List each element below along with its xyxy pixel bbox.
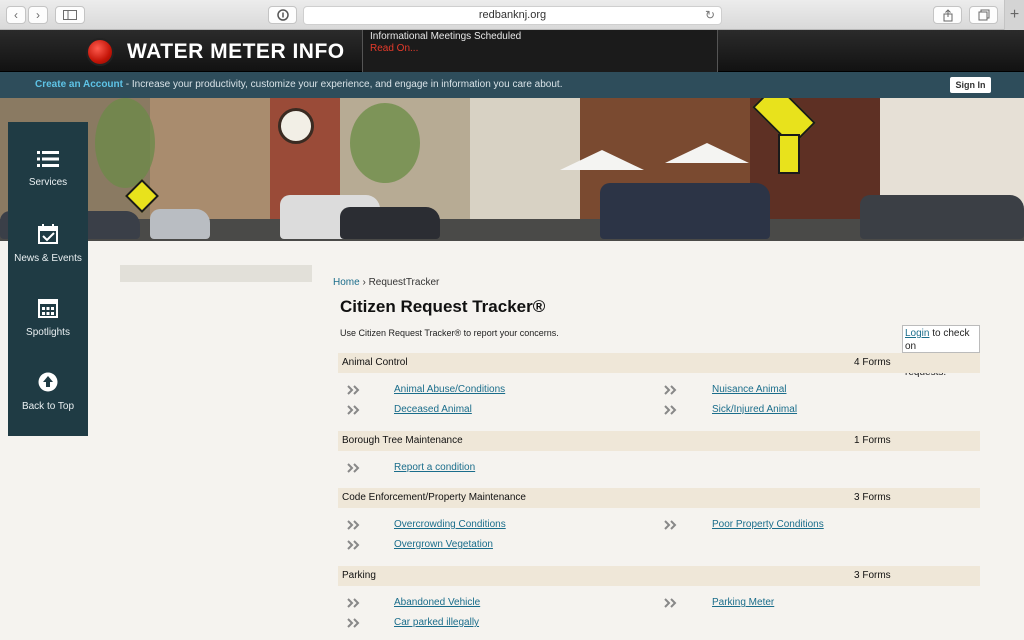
double-chevron-icon (664, 598, 677, 608)
browser-toolbar: ‹ › redbanknj.org ↻ + (0, 0, 1024, 30)
double-chevron-icon (664, 405, 677, 415)
grid-calendar-icon (38, 299, 58, 318)
form-link-animal-abuse[interactable]: Animal Abuse/Conditions (394, 384, 505, 395)
new-tab-button[interactable]: + (1004, 0, 1024, 30)
form-link-car-parked-illegally[interactable]: Car parked illegally (394, 617, 479, 628)
breadcrumb: Home › RequestTracker (333, 277, 439, 288)
form-link-parking-meter[interactable]: Parking Meter (712, 597, 774, 608)
sign-in-button[interactable]: Sign In (950, 77, 991, 93)
reload-icon[interactable]: ↻ (705, 7, 715, 24)
login-link[interactable]: Login (905, 328, 929, 339)
share-icon (943, 8, 952, 21)
tabs-button[interactable] (969, 6, 998, 24)
page-intro: Use Citizen Request Tracker® to report y… (340, 328, 559, 338)
form-link-abandoned-vehicle[interactable]: Abandoned Vehicle (394, 597, 480, 608)
list-icon (37, 151, 59, 167)
category-header-animal-control: Animal Control 4 Forms (338, 353, 980, 373)
sidenav-item-services[interactable]: Services (8, 150, 88, 190)
sidebar-placeholder (120, 265, 312, 282)
breadcrumb-current: RequestTracker (368, 277, 440, 288)
hero-street-image (0, 98, 1024, 241)
form-link-overcrowding[interactable]: Overcrowding Conditions (394, 519, 506, 530)
form-link-poor-property[interactable]: Poor Property Conditions (712, 519, 824, 530)
double-chevron-icon (664, 520, 677, 530)
category-count: 1 Forms (854, 435, 891, 446)
info-circle-icon (276, 9, 289, 21)
chevron-right-icon: › (36, 8, 40, 22)
form-link-nuisance-animal[interactable]: Nuisance Animal (712, 384, 786, 395)
sidenav-item-back-to-top[interactable]: Back to Top (8, 372, 88, 414)
side-navigation: Services News & Events Spotlights Back t… (8, 122, 88, 436)
news-headline[interactable]: Informational Meetings Scheduled (370, 31, 710, 43)
category-count: 4 Forms (854, 357, 891, 368)
category-name: Code Enforcement/Property Maintenance (342, 492, 526, 503)
account-message-text: - Increase your productivity, customize … (122, 79, 563, 90)
double-chevron-icon (347, 385, 360, 395)
url-text: redbanknj.org (478, 9, 547, 21)
double-chevron-icon (347, 405, 360, 415)
double-chevron-icon (347, 618, 360, 628)
login-callout: Login to check on existing requests. (902, 325, 980, 378)
form-link-sick-injured-animal[interactable]: Sick/Injured Animal (712, 404, 797, 415)
category-name: Animal Control (342, 357, 408, 368)
sidenav-label: Services (28, 177, 68, 188)
form-link-deceased-animal[interactable]: Deceased Animal (394, 404, 472, 415)
sidenav-label: Spotlights (26, 327, 70, 338)
sidebar-icon (63, 10, 77, 20)
category-header-parking: Parking 3 Forms (338, 566, 980, 586)
banner-title[interactable]: WATER METER INFO (127, 40, 345, 64)
double-chevron-icon (347, 598, 360, 608)
sidenav-item-spotlights[interactable]: Spotlights (8, 298, 88, 340)
category-count: 3 Forms (854, 570, 891, 581)
red-record-icon (86, 38, 114, 66)
page-title: Citizen Request Tracker® (340, 297, 546, 316)
account-message: Create an Account - Increase your produc… (35, 79, 562, 90)
calendar-check-icon (38, 224, 58, 244)
back-button[interactable]: ‹ (6, 6, 26, 24)
category-header-tree-maintenance: Borough Tree Maintenance 1 Forms (338, 431, 980, 451)
privacy-report-button[interactable] (268, 6, 297, 24)
double-chevron-icon (347, 463, 360, 473)
water-meter-banner: WATER METER INFO Informational Meetings … (0, 30, 1024, 72)
chevron-left-icon: ‹ (14, 8, 18, 22)
sidenav-label: News & Events (14, 253, 82, 264)
arrow-up-circle-icon (38, 372, 58, 392)
account-bar: Create an Account - Increase your produc… (0, 72, 1024, 98)
form-link-report-condition[interactable]: Report a condition (394, 462, 475, 473)
plus-icon: + (1009, 6, 1020, 23)
double-chevron-icon (664, 385, 677, 395)
category-name: Borough Tree Maintenance (342, 435, 463, 446)
category-name: Parking (342, 570, 376, 581)
category-count: 3 Forms (854, 492, 891, 503)
sidenav-item-news-events[interactable]: News & Events (8, 224, 88, 266)
form-link-overgrown-vegetation[interactable]: Overgrown Vegetation (394, 539, 493, 550)
address-bar[interactable]: redbanknj.org ↻ (303, 6, 722, 25)
double-chevron-icon (347, 540, 360, 550)
sidenav-label: Back to Top (21, 401, 75, 412)
sidebar-toggle-button[interactable] (55, 6, 85, 24)
news-ticker: Informational Meetings Scheduled Read On… (362, 30, 718, 72)
category-header-code-enforcement: Code Enforcement/Property Maintenance 3 … (338, 488, 980, 508)
double-chevron-icon (347, 520, 360, 530)
create-account-link[interactable]: Create an Account (35, 79, 123, 90)
breadcrumb-separator: › (359, 277, 369, 288)
tabs-icon (978, 9, 989, 21)
read-on-link[interactable]: Read On... (370, 43, 710, 55)
forward-button[interactable]: › (28, 6, 48, 24)
breadcrumb-home-link[interactable]: Home (333, 277, 360, 288)
share-button[interactable] (933, 6, 962, 24)
